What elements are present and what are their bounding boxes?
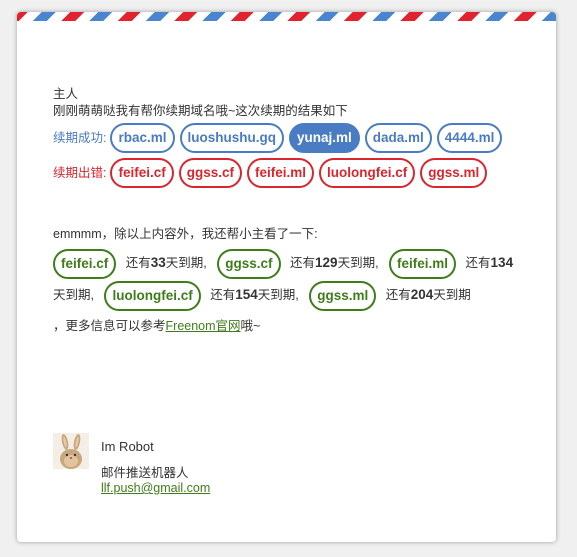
error-domain-chip: feifei.cf xyxy=(110,158,174,188)
success-domain-chip: luoshushu.gq xyxy=(179,123,285,153)
signature-role: 邮件推送机器人 xyxy=(101,466,189,480)
expiry-days: 134 xyxy=(490,255,514,270)
renew-error-label: 续期出错: xyxy=(53,166,107,180)
email-card: 主人 刚刚萌萌哒我有帮你续期域名哦~这次续期的结果如下 续期成功: rbac.m… xyxy=(17,12,556,542)
renew-success-label: 续期成功: xyxy=(53,131,107,145)
rabbit-avatar-icon xyxy=(53,433,89,469)
expiry-text: 还有154天到期, xyxy=(210,287,299,302)
greeting: 主人 xyxy=(53,87,79,101)
success-domain-chip: yunaj.ml xyxy=(289,123,360,153)
renew-error-row: 续期出错: feifei.cf ggss.cf feifei.ml luolon… xyxy=(53,157,523,190)
freenom-link[interactable]: Freenom官网 xyxy=(166,319,241,333)
expiry-days: 33 xyxy=(150,255,166,270)
expiry-text: 还有204天到期 xyxy=(385,287,471,302)
email-body: 主人 刚刚萌萌哒我有帮你续期域名哦~这次续期的结果如下 续期成功: rbac.m… xyxy=(53,86,523,342)
expiry-paragraph: emmmm，除以上内容外，我还帮小主看了一下: feifei.cf 还有33天到… xyxy=(53,226,523,342)
signature-email-link[interactable]: llf.push@gmail.com xyxy=(101,481,210,495)
expiry-domain-chip: ggss.cf xyxy=(217,248,281,279)
error-domain-chip: feifei.ml xyxy=(247,158,315,188)
expiry-intro: emmmm，除以上内容外，我还帮小主看了一下: xyxy=(53,227,318,241)
expiry-domain-chip: feifei.cf xyxy=(53,248,117,279)
airmail-border xyxy=(17,12,556,21)
expiry-text: 还有33天到期, xyxy=(125,255,207,270)
expiry-days: 154 xyxy=(235,287,258,302)
expiry-days: 204 xyxy=(410,287,434,302)
signature: Im Robot 邮件推送机器人 llf.push@gmail.com xyxy=(53,433,210,496)
signature-name: Im Robot xyxy=(101,439,154,454)
intro-text: 刚刚萌萌哒我有帮你续期域名哦~这次续期的结果如下 xyxy=(53,104,348,118)
more-info-text: ，更多信息可以参考Freenom官网哦~ xyxy=(53,319,261,333)
expiry-domain-chip: feifei.ml xyxy=(389,248,457,279)
success-domain-chip: 4444.ml xyxy=(436,123,503,153)
success-domain-chip: rbac.ml xyxy=(110,123,175,153)
renew-success-row: 续期成功: rbac.ml luoshushu.gq yunaj.ml dada… xyxy=(53,122,523,155)
error-domain-chip: luolongfei.cf xyxy=(319,158,416,188)
error-domain-chip: ggss.cf xyxy=(178,158,243,188)
expiry-domain-chip: luolongfei.cf xyxy=(104,280,201,311)
expiry-text: 还有129天到期, xyxy=(290,255,379,270)
expiry-days: 129 xyxy=(315,255,338,270)
expiry-domain-chip: ggss.ml xyxy=(309,280,377,311)
error-domain-chip: ggss.ml xyxy=(420,158,488,188)
success-domain-chip: dada.ml xyxy=(364,123,432,153)
